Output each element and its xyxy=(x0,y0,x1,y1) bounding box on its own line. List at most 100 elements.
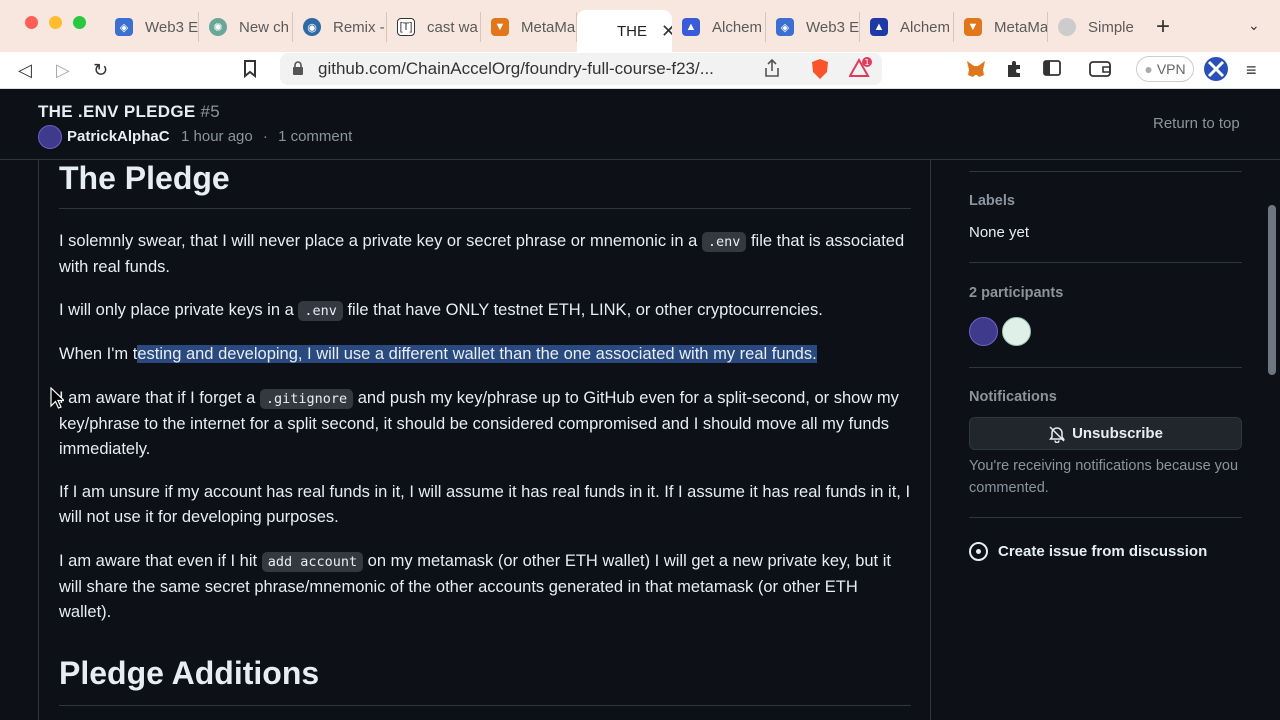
tab-simple[interactable]: Simple xyxy=(1048,12,1142,42)
tab-active-pledge[interactable]: THE ✕ xyxy=(577,10,672,52)
address-bar[interactable]: github.com/ChainAccelOrg/foundry-full-co… xyxy=(280,53,882,85)
sidebar-divider xyxy=(969,171,1242,172)
profile-icon[interactable] xyxy=(1203,56,1229,86)
pledge-paragraph-2: I will only place private keys in a .env… xyxy=(59,301,823,321)
tab-label: cast wa xyxy=(427,18,478,36)
tab-label: Web3 E xyxy=(806,18,860,36)
heading-divider xyxy=(59,208,911,209)
inline-code: add account xyxy=(261,552,364,572)
url-text: github.com/ChainAccelOrg/foundry-full-co… xyxy=(318,59,714,78)
vpn-button[interactable]: ● VPN xyxy=(1136,56,1194,82)
heading-the-pledge: The Pledge xyxy=(59,160,230,196)
sidebar-toggle-icon[interactable] xyxy=(1043,60,1061,80)
tab-label: MetaMa xyxy=(521,18,576,36)
pledge-paragraph-4: I am aware that if I forget a .gitignore… xyxy=(59,389,899,458)
lock-icon xyxy=(293,61,303,75)
tab-web3-1[interactable]: ◈ Web3 E xyxy=(105,12,199,42)
create-issue-link[interactable]: Create issue from discussion xyxy=(969,542,1207,561)
tab-metamask-2[interactable]: ▼ MetaMa xyxy=(954,12,1048,42)
tab-label: Simple xyxy=(1088,18,1134,36)
heading-divider xyxy=(59,705,911,706)
timestamp[interactable]: 1 hour ago xyxy=(181,128,253,145)
pledge-paragraph-1: I solemnly swear, that I will never plac… xyxy=(59,232,905,276)
participant-avatar[interactable] xyxy=(1002,317,1031,346)
meta-separator: · xyxy=(262,128,268,145)
unsubscribe-label: Unsubscribe xyxy=(1072,425,1163,442)
tab-search-chevron-icon[interactable]: ⌄ xyxy=(1248,17,1260,34)
inline-code: .gitignore xyxy=(259,389,354,409)
browser-tab-bar: ◈ Web3 E ✺ New ch ◉ Remix - [T] cast wa … xyxy=(0,0,1280,52)
discussion-meta: 1 hour ago · 1 comment xyxy=(181,128,352,145)
extensions-puzzle-icon[interactable] xyxy=(1005,60,1023,82)
tab-label: New ch xyxy=(239,18,290,36)
discussion-title-text: THE .ENV PLEDGE xyxy=(38,102,196,121)
notification-reason: You're receiving notifications because y… xyxy=(969,458,1239,496)
tab-alchemy-1[interactable]: ▲ Alchem xyxy=(672,12,766,42)
tab-alchemy-2[interactable]: ▲ Alchem xyxy=(860,12,954,42)
web3-icon: ◈ xyxy=(776,18,794,36)
alchemy-icon: ▲ xyxy=(870,18,888,36)
web3-icon: ◈ xyxy=(115,18,133,36)
tab-label: Alchem xyxy=(900,18,951,36)
close-tab-icon[interactable]: ✕ xyxy=(661,21,672,42)
inline-code: .env xyxy=(701,232,747,252)
inline-code: .env xyxy=(298,301,343,321)
remix-icon: ◉ xyxy=(303,18,321,36)
labels-heading: Labels xyxy=(969,193,1015,209)
selected-text: esting and developing, I will use a diff… xyxy=(137,345,817,363)
tab-chatgpt[interactable]: ✺ New ch xyxy=(199,12,293,42)
return-to-top-link[interactable]: Return to top xyxy=(1153,115,1240,132)
notifications-heading: Notifications xyxy=(969,389,1057,405)
brave-rewards-icon[interactable]: 1 xyxy=(848,57,873,83)
unsubscribe-button[interactable]: Unsubscribe xyxy=(969,417,1242,450)
tab-label: Web3 E xyxy=(145,18,199,36)
metamask-icon: ▼ xyxy=(964,18,982,36)
participants-heading: 2 participants xyxy=(969,285,1064,301)
tab-cast-wallet[interactable]: [T] cast wa xyxy=(387,12,481,42)
svg-text:1: 1 xyxy=(864,58,869,67)
sidebar-divider xyxy=(969,367,1242,368)
tab-metamask-1[interactable]: ▼ MetaMa xyxy=(481,12,577,42)
pledge-paragraph-6: I am aware that even if I hit add accoun… xyxy=(59,552,891,621)
discussion-title: THE .ENV PLEDGE #5 xyxy=(38,102,220,122)
tab-label: THE xyxy=(617,22,647,40)
discussion-sticky-header: THE .ENV PLEDGE #5 PatrickAlphaC 1 hour a… xyxy=(0,90,1280,160)
share-icon[interactable] xyxy=(764,58,780,81)
foundry-book-icon: [T] xyxy=(397,18,415,36)
sidebar-divider xyxy=(969,517,1242,518)
discussion-body: The Pledge I solemnly swear, that I will… xyxy=(38,160,931,720)
avatar[interactable] xyxy=(38,125,62,149)
vpn-label: VPN xyxy=(1156,61,1186,77)
simple-icon xyxy=(1058,18,1076,36)
bell-slash-icon xyxy=(1049,425,1066,443)
forward-icon[interactable]: ▷ xyxy=(56,60,70,80)
discussion-number: #5 xyxy=(200,102,221,121)
mouse-cursor-icon xyxy=(50,387,64,409)
tab-web3-2[interactable]: ◈ Web3 E xyxy=(766,12,860,42)
metamask-icon: ▼ xyxy=(491,18,509,36)
alchemy-icon: ▲ xyxy=(682,18,700,36)
tab-remix[interactable]: ◉ Remix - xyxy=(293,12,387,42)
wallet-icon[interactable] xyxy=(1089,60,1111,82)
browser-toolbar: ◁ ▷ ↻ github.com/ChainAccelOrg/foundry-f… xyxy=(0,52,1280,89)
create-issue-label: Create issue from discussion xyxy=(998,543,1208,560)
page-scrollbar[interactable] xyxy=(1268,205,1276,375)
menu-icon[interactable]: ≡ xyxy=(1246,60,1257,80)
zoom-window-button[interactable] xyxy=(73,16,86,29)
brave-shields-icon[interactable] xyxy=(810,58,830,84)
new-tab-button[interactable]: + xyxy=(1156,13,1170,41)
reload-icon[interactable]: ↻ xyxy=(93,60,108,80)
sidebar-divider xyxy=(969,262,1242,263)
bookmark-icon[interactable] xyxy=(243,60,257,82)
participant-avatar[interactable] xyxy=(969,317,998,346)
metamask-extension-icon[interactable] xyxy=(966,60,986,82)
comment-count[interactable]: 1 comment xyxy=(278,128,352,145)
github-icon xyxy=(587,22,605,40)
close-window-button[interactable] xyxy=(25,16,38,29)
back-icon[interactable]: ◁ xyxy=(18,60,32,80)
author-link[interactable]: PatrickAlphaC xyxy=(67,128,170,145)
tab-label: Alchem xyxy=(712,18,763,36)
minimize-window-button[interactable] xyxy=(49,16,62,29)
tab-label: Remix - xyxy=(333,18,385,36)
vpn-status-dot-icon: ● xyxy=(1144,61,1153,77)
